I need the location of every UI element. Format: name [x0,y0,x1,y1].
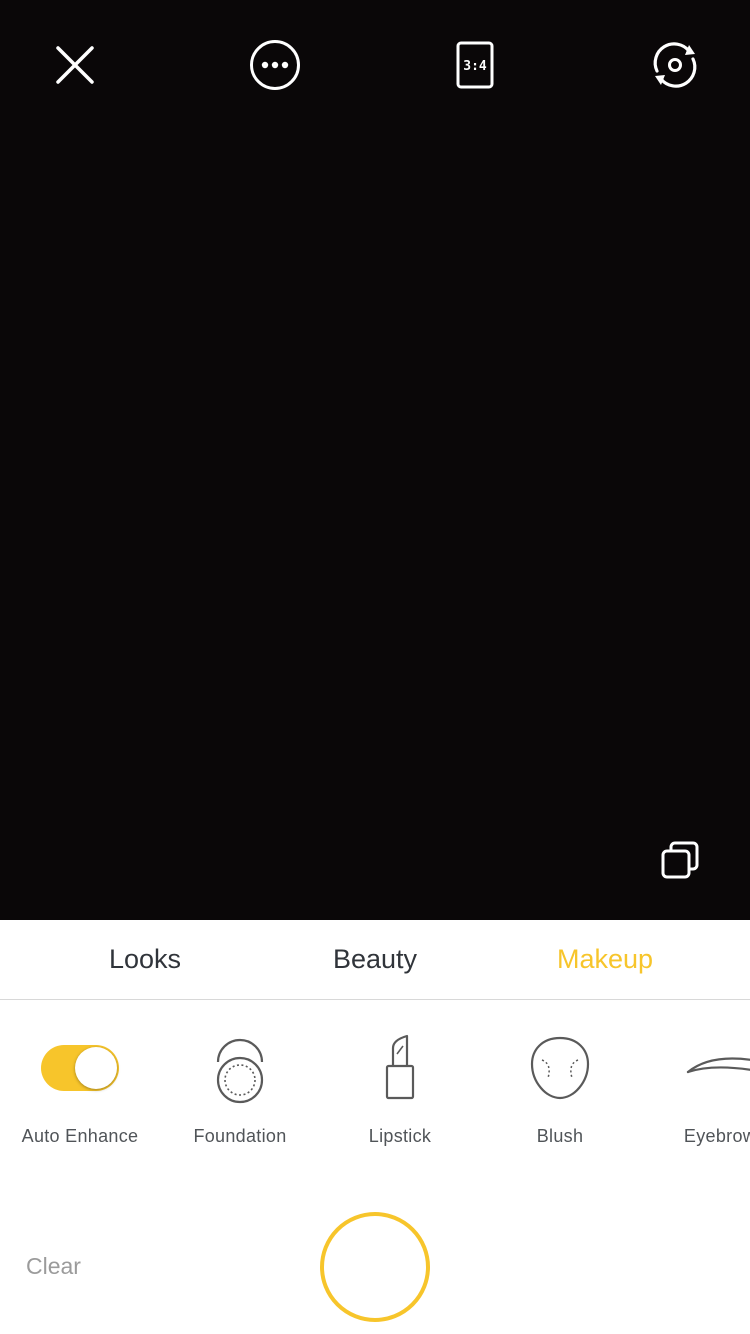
tool-label-eyebrow: Eyebrow [683,1126,750,1146]
tool-foundation[interactable]: Foundation [160,1000,320,1160]
close-icon [56,46,94,84]
tool-label-lipstick: Lipstick [368,1126,432,1146]
tab-makeup[interactable]: Makeup [505,920,705,999]
blush-icon [530,1036,590,1100]
toggle-knob [75,1047,117,1089]
tab-looks[interactable]: Looks [45,920,245,999]
gallery-icon [661,841,699,879]
tab-beauty[interactable]: Beauty [275,920,475,999]
tool-label-foundation: Foundation [193,1126,287,1146]
tool-eyebrow[interactable]: Eyebrow [640,1000,750,1160]
close-button[interactable] [40,30,110,100]
auto-enhance-toggle[interactable] [41,1045,119,1091]
tool-label-blush: Blush [536,1126,584,1146]
shutter-button[interactable] [320,1212,430,1322]
foundation-icon [216,1038,264,1104]
tool-auto-enhance[interactable]: Auto Enhance [0,1000,160,1160]
more-button[interactable] [240,30,310,100]
tool-lipstick[interactable]: Lipstick [320,1000,480,1160]
makeup-panel: Looks Beauty Makeup Auto Enhance Foundat… [0,920,750,1334]
lipstick-icon [385,1034,415,1100]
clear-button[interactable]: Clear [26,1253,81,1280]
gallery-button[interactable] [650,830,710,890]
aspect-ratio-icon: 3:4 [456,41,494,89]
switch-camera-button[interactable] [640,30,710,100]
eyebrow-icon [686,1057,750,1074]
aspect-ratio-button[interactable]: 3:4 [440,30,510,100]
makeup-tools: Auto Enhance Foundation Lipstick Blush E… [0,1000,750,1160]
tool-label-auto-enhance: Auto Enhance [21,1126,139,1146]
more-icon [250,40,300,90]
mode-tabs: Looks Beauty Makeup [0,920,750,1000]
switch-camera-icon [653,42,697,88]
aspect-ratio-label: 3:4 [463,59,487,74]
tool-blush[interactable]: Blush [480,1000,640,1160]
camera-viewfinder[interactable]: 3:4 [0,0,750,920]
